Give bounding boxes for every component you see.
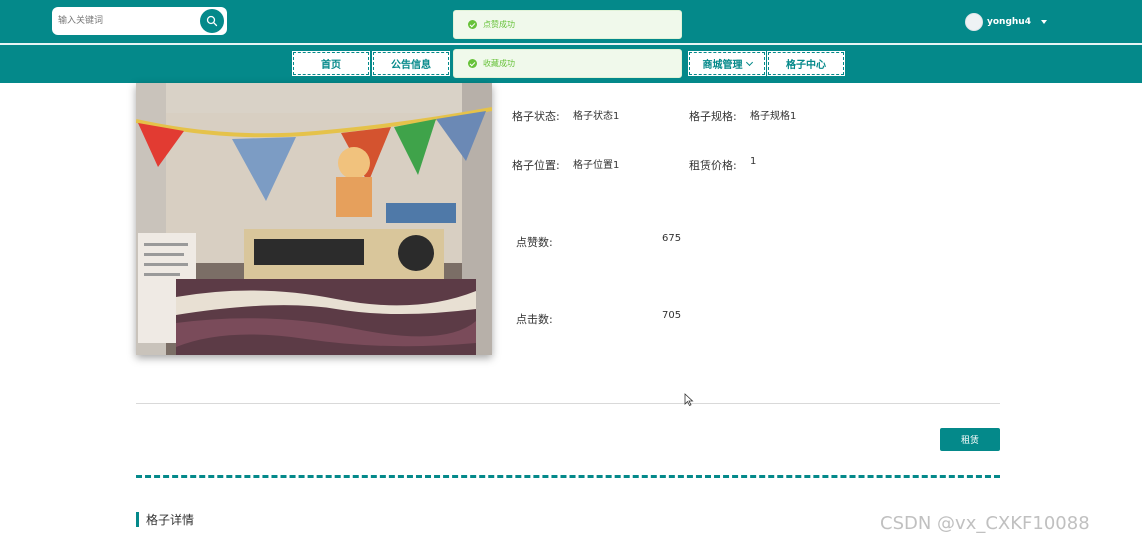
chevron-down-icon xyxy=(745,58,753,66)
caret-down-icon xyxy=(1040,20,1047,24)
section-title: 格子详情 xyxy=(146,512,195,527)
dashed-divider xyxy=(136,475,1000,478)
mouse-cursor-icon xyxy=(684,393,694,407)
section-accent-bar xyxy=(136,511,139,527)
likes-value: 675 xyxy=(662,233,682,244)
search-button[interactable] xyxy=(200,9,224,33)
content-divider xyxy=(136,403,1000,404)
spec-value: 格子规格1 xyxy=(750,111,797,122)
detail-text-clipped xyxy=(136,538,396,545)
status-value: 格子状态1 xyxy=(573,111,620,122)
toast-text: 收藏成功 xyxy=(483,59,515,68)
check-circle-icon xyxy=(468,20,477,29)
grid-photo-illustration xyxy=(136,83,492,355)
search-input[interactable] xyxy=(58,11,198,31)
search-box xyxy=(52,7,227,35)
toast-favorite-success: 收藏成功 xyxy=(453,49,682,78)
likes-label: 点赞数: xyxy=(516,236,553,249)
toast-text: 点赞成功 xyxy=(483,20,515,29)
rent-button[interactable]: 租赁 xyxy=(940,428,1000,451)
section-header: 格子详情 xyxy=(136,511,194,527)
nav-item-grid-center[interactable]: 格子中心 xyxy=(767,51,845,76)
nav-item-home[interactable]: 首页 xyxy=(292,51,370,76)
price-value: 1 xyxy=(750,156,757,167)
nav-item-label: 商城管理 xyxy=(702,60,743,71)
nav-item-notice[interactable]: 公告信息 xyxy=(372,51,450,76)
check-circle-icon xyxy=(468,59,477,68)
nav-item-label: 首页 xyxy=(321,60,341,71)
avatar xyxy=(965,13,983,31)
nav-item-label: 格子中心 xyxy=(786,60,826,71)
nav-item-shop[interactable]: 商城管理 xyxy=(688,51,766,76)
price-label: 租赁价格: xyxy=(689,159,737,172)
status-label: 格子状态: xyxy=(512,110,560,123)
username: yonghu4 xyxy=(987,17,1031,27)
spec-label: 格子规格: xyxy=(689,110,737,123)
user-menu[interactable]: yonghu4 xyxy=(965,12,1047,32)
toast-like-success: 点赞成功 xyxy=(453,10,682,39)
watermark: CSDN @vx_CXKF10088 xyxy=(880,513,1090,534)
grid-photo xyxy=(136,83,492,355)
location-value: 格子位置1 xyxy=(573,160,620,171)
search-icon xyxy=(206,15,218,27)
clicks-value: 705 xyxy=(662,310,682,321)
location-label: 格子位置: xyxy=(512,159,560,172)
nav-item-label: 公告信息 xyxy=(391,60,431,71)
clicks-label: 点击数: xyxy=(516,313,553,326)
